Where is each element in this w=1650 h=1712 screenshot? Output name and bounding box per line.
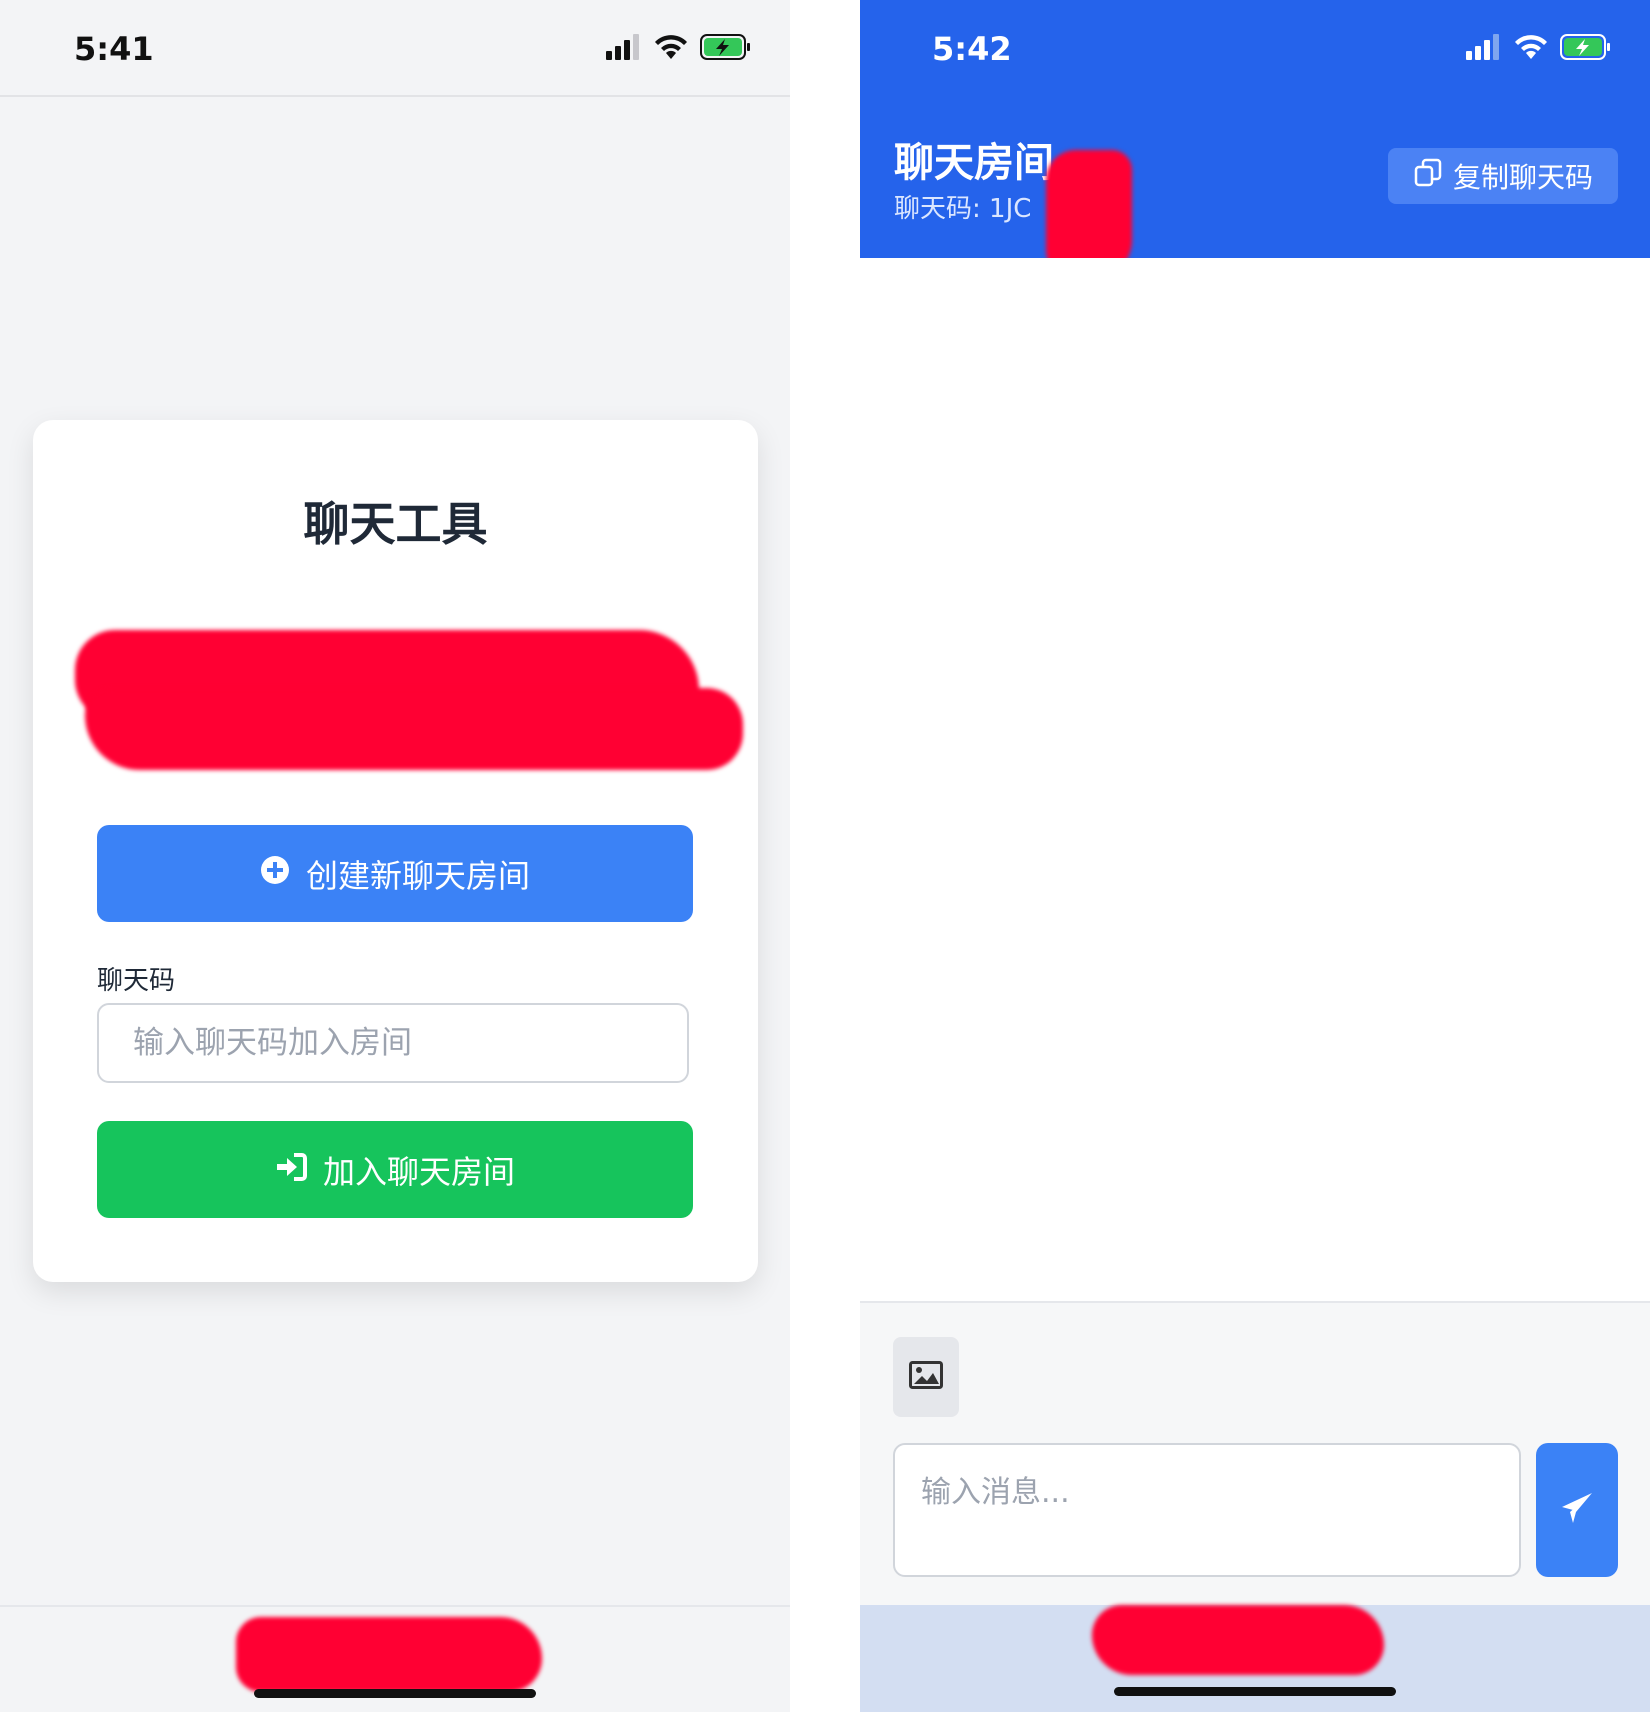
send-icon	[1559, 1490, 1595, 1530]
bottom-bar	[0, 1605, 790, 1712]
redaction-mark	[236, 1617, 542, 1692]
message-list[interactable]	[860, 258, 1650, 1301]
status-bar: 5:41	[0, 0, 790, 97]
join-room-button[interactable]: 加入聊天房间	[97, 1121, 693, 1218]
battery-charging-icon	[1560, 34, 1612, 60]
home-indicator[interactable]	[254, 1689, 536, 1698]
status-icons	[606, 34, 752, 60]
chat-header: 5:42 聊天房间 聊天码: 1JC 复制聊天码	[860, 0, 1650, 280]
create-room-label: 创建新聊天房间	[305, 856, 530, 895]
app-title: 聊天工具	[303, 497, 488, 551]
copy-code-label: 复制聊天码	[1452, 161, 1593, 194]
wifi-icon	[1514, 34, 1548, 60]
plus-circle-icon	[260, 855, 290, 893]
upload-image-button[interactable]	[893, 1337, 959, 1417]
status-icons	[1466, 34, 1612, 60]
image-icon	[909, 1361, 943, 1393]
redaction-mark	[85, 688, 743, 770]
signal-icon	[1466, 34, 1502, 60]
room-code: 聊天码: 1JC	[894, 194, 1032, 224]
redaction-mark	[1092, 1605, 1384, 1675]
room-title: 聊天房间	[894, 140, 1054, 186]
chat-entry-card: 聊天工具 创建新聊天房间 聊天码 加入聊天房间	[33, 420, 758, 1282]
chat-room-screen: 5:42 聊天房间 聊天码: 1JC 复制聊天码	[860, 0, 1650, 1712]
chat-code-input[interactable]	[97, 1003, 689, 1083]
signal-icon	[606, 34, 642, 60]
message-input[interactable]	[893, 1443, 1521, 1577]
message-composer	[860, 1301, 1650, 1607]
join-room-label: 加入聊天房间	[322, 1152, 515, 1191]
send-button[interactable]	[1536, 1443, 1618, 1577]
home-screen: 5:41 聊天工具 创建新聊天房间 聊天码 输入聊天码加入房间 加入聊天房间	[0, 0, 790, 1712]
battery-charging-icon	[700, 34, 752, 60]
create-room-button[interactable]: 创建新聊天房间	[97, 825, 693, 922]
copy-icon	[1413, 158, 1443, 195]
home-indicator[interactable]	[1114, 1687, 1396, 1696]
status-time: 5:41	[74, 30, 154, 68]
chat-code-label: 聊天码	[97, 966, 176, 996]
wifi-icon	[654, 34, 688, 60]
sign-in-icon	[275, 1151, 307, 1189]
bottom-bar	[860, 1605, 1650, 1712]
status-time: 5:42	[932, 30, 1012, 68]
copy-code-button[interactable]: 复制聊天码	[1388, 148, 1618, 204]
